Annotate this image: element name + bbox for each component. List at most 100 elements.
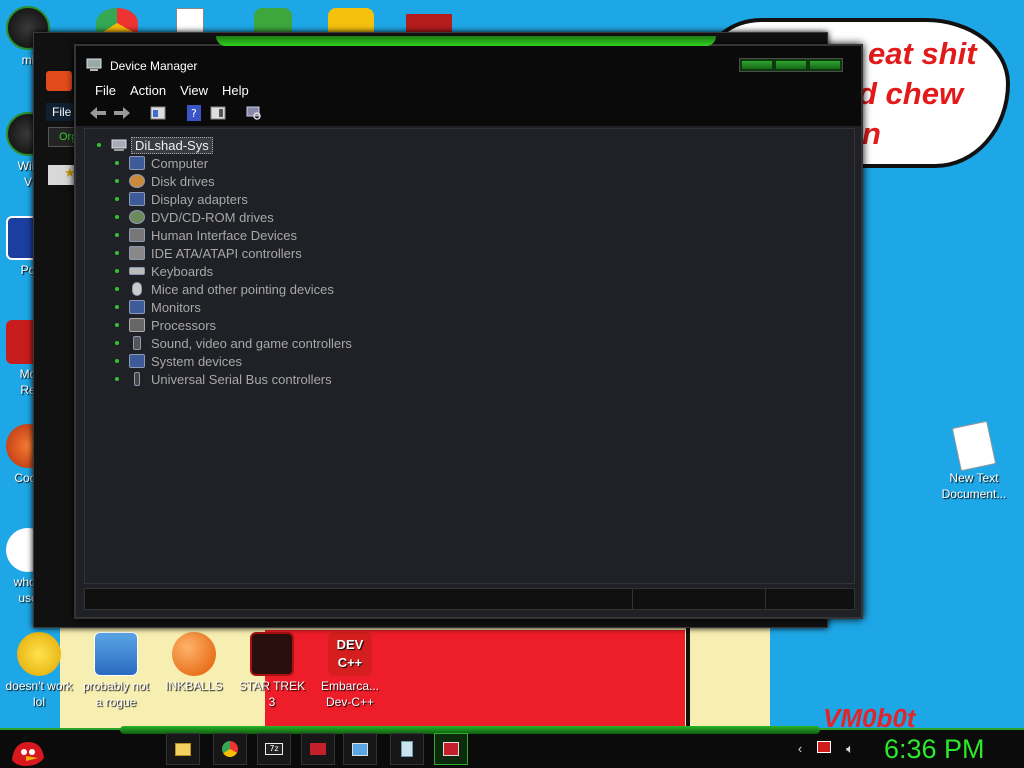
yahoo-messenger-icon xyxy=(17,632,61,676)
tree-item-disk-drives[interactable]: Disk drives xyxy=(115,173,215,189)
menu-file[interactable]: File xyxy=(88,80,123,100)
expand-bullet-icon[interactable] xyxy=(115,323,119,327)
sound-icon xyxy=(133,336,141,350)
scan-hardware-icon[interactable] xyxy=(244,103,264,123)
tree-item-usb[interactable]: Universal Serial Bus controllers xyxy=(115,371,332,387)
view-pane-icon[interactable] xyxy=(208,103,228,123)
display-adapter-icon xyxy=(129,192,145,206)
taskbar-device-manager-button[interactable] xyxy=(434,733,468,765)
tree-item-label: Mice and other pointing devices xyxy=(151,281,334,297)
window-controls[interactable] xyxy=(739,58,843,72)
expand-bullet-icon[interactable] xyxy=(115,377,119,381)
tray-expand-icon[interactable]: ‹ xyxy=(792,741,808,757)
desktop-icon-new-text-document[interactable]: New Text Document... xyxy=(936,420,1012,502)
usb-icon xyxy=(134,372,140,386)
volume-icon[interactable]: 🔈︎ xyxy=(842,741,858,757)
tree-item-system-devices[interactable]: System devices xyxy=(115,353,242,369)
tree-item-label: IDE ATA/ATAPI controllers xyxy=(151,245,302,261)
device-manager-window[interactable]: Device Manager File Action View Help ? D… xyxy=(74,36,863,619)
device-manager-icon xyxy=(86,58,102,71)
start-button-angry-bird-icon[interactable] xyxy=(8,734,48,768)
taskbar-window-button[interactable] xyxy=(343,733,377,765)
desktop-icon-label: probably not a rogue xyxy=(82,679,150,709)
tree-item-computer[interactable]: Computer xyxy=(115,155,208,171)
help-icon[interactable]: ? xyxy=(184,103,204,123)
tree-item-monitors[interactable]: Monitors xyxy=(115,299,201,315)
expand-bullet-icon[interactable] xyxy=(115,233,119,237)
tray-action-center-icon[interactable] xyxy=(817,741,833,757)
title-bar[interactable]: Device Manager xyxy=(76,46,861,80)
desktop-icon-startrek[interactable]: STAR TREK 3 xyxy=(234,632,310,710)
bubble-line-3: n xyxy=(862,116,881,151)
taskbar-explorer-button[interactable] xyxy=(166,733,200,765)
status-pane-3 xyxy=(766,589,854,609)
desktop-icon-label: Embarca... Dev-C++ xyxy=(320,679,380,709)
taskbar-app-button[interactable] xyxy=(301,733,335,765)
tree-item-label: Disk drives xyxy=(151,173,215,189)
desktop-icon-label: INKBALLS xyxy=(165,679,223,693)
menu-view[interactable]: View xyxy=(173,80,215,100)
taskbar-chrome-button[interactable] xyxy=(213,733,247,765)
expand-bullet-icon[interactable] xyxy=(115,215,119,219)
expand-bullet-icon[interactable] xyxy=(115,251,119,255)
tree-item-keyboards[interactable]: Keyboards xyxy=(115,263,213,279)
tree-item-label: Computer xyxy=(151,155,209,171)
tree-item-label: System devices xyxy=(151,353,243,369)
svg-text:?: ? xyxy=(191,107,197,120)
desktop-icon-rogue[interactable]: probably not a rogue xyxy=(78,632,154,710)
tree-item-dvd-drives[interactable]: DVD/CD-ROM drives xyxy=(115,209,274,225)
expand-bullet-icon[interactable] xyxy=(115,341,119,345)
menu-help[interactable]: Help xyxy=(215,80,256,100)
taskbar-notepad-button[interactable] xyxy=(390,733,424,765)
desktop-icon-devcpp[interactable]: DEV C++ Embarca... Dev-C++ xyxy=(312,632,388,710)
app-icon xyxy=(310,743,326,755)
dvd-drive-icon xyxy=(129,210,145,224)
hid-icon xyxy=(129,228,145,242)
mouse-icon xyxy=(132,282,142,296)
chrome-icon xyxy=(222,741,238,757)
close-button[interactable] xyxy=(810,61,840,69)
menu-bar: File Action View Help xyxy=(76,80,861,100)
desktop-icon-inkballs[interactable]: INKBALLS xyxy=(156,632,232,694)
taskbar-clock[interactable]: 6:36 PM xyxy=(884,734,985,765)
expand-bullet-icon[interactable] xyxy=(115,269,119,273)
expand-bullet-icon[interactable] xyxy=(115,359,119,363)
tree-item-hid[interactable]: Human Interface Devices xyxy=(115,227,297,243)
inkball-icon xyxy=(172,632,216,676)
tree-item-label: Sound, video and game controllers xyxy=(151,335,352,351)
text-document-icon xyxy=(951,420,997,472)
status-pane-main xyxy=(85,589,633,609)
bubble-line-1: eat shit xyxy=(868,36,977,71)
expand-bullet-icon[interactable] xyxy=(115,161,119,165)
tree-item-processors[interactable]: Processors xyxy=(115,317,216,333)
tree-item-label: Keyboards xyxy=(151,263,214,279)
tree-item-sound[interactable]: Sound, video and game controllers xyxy=(115,335,352,351)
tree-item-label: Monitors xyxy=(151,299,201,315)
device-manager-icon xyxy=(443,742,459,756)
tree-root-label: DiLshad-Sys xyxy=(131,136,213,154)
properties-icon[interactable] xyxy=(148,103,168,123)
expand-bullet-icon[interactable] xyxy=(115,179,119,183)
notepad-icon xyxy=(401,741,413,757)
menu-action[interactable]: Action xyxy=(123,80,173,100)
tree-root-computer[interactable]: DiLshad-Sys xyxy=(97,136,213,154)
taskbar-7zip-button[interactable]: 7z xyxy=(257,733,291,765)
forward-arrow-icon[interactable] xyxy=(112,103,132,123)
minimize-button[interactable] xyxy=(742,61,772,69)
desktop-icon-yahoo[interactable]: doesn't work lol xyxy=(1,632,77,710)
expand-bullet-icon[interactable] xyxy=(115,197,119,201)
window-title: Device Manager xyxy=(110,59,198,73)
tree-item-mice[interactable]: Mice and other pointing devices xyxy=(115,281,334,297)
window-tab[interactable] xyxy=(46,71,72,91)
back-arrow-icon[interactable] xyxy=(88,103,108,123)
expand-bullet-icon[interactable] xyxy=(115,305,119,309)
expand-bullet-icon[interactable] xyxy=(97,143,101,147)
toolbar: ? xyxy=(76,100,861,126)
maximize-button[interactable] xyxy=(776,61,806,69)
tree-item-label: Universal Serial Bus controllers xyxy=(151,371,332,387)
tree-item-ide-controllers[interactable]: IDE ATA/ATAPI controllers xyxy=(115,245,302,261)
computer-icon xyxy=(111,139,127,151)
tree-item-display-adapters[interactable]: Display adapters xyxy=(115,191,248,207)
device-tree[interactable]: DiLshad-Sys Computer Disk drives Display… xyxy=(84,128,855,584)
expand-bullet-icon[interactable] xyxy=(115,287,119,291)
